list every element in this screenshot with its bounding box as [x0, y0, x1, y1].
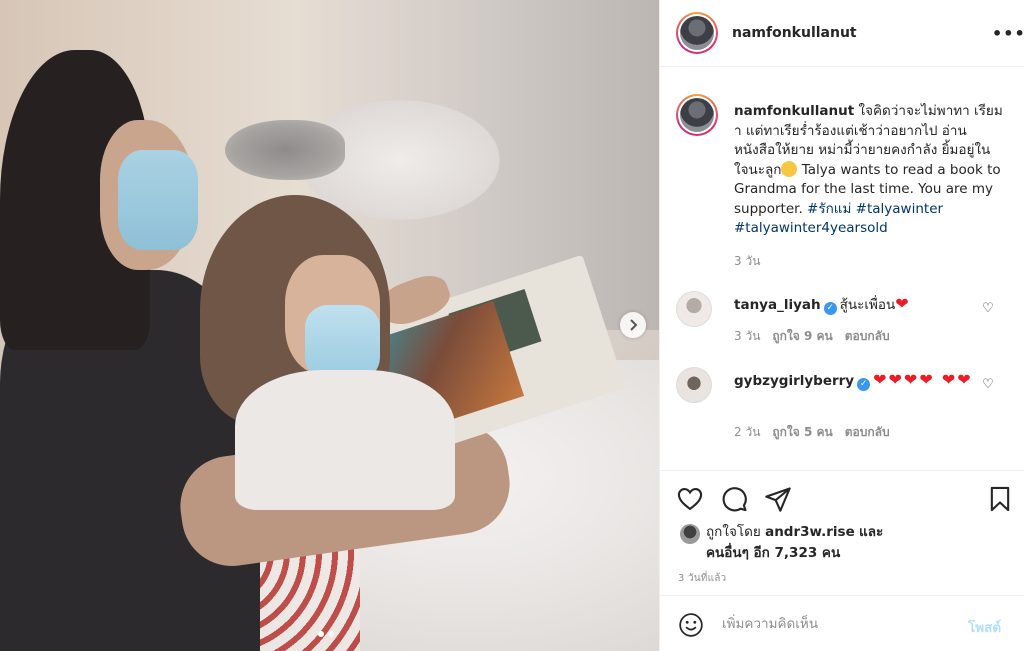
- likes-and: และ: [859, 524, 884, 540]
- caption-avatar[interactable]: [676, 94, 718, 136]
- likes-text: ถูกใจโดย andr3w.rise และ คนอื่นๆ อีก 7,3…: [706, 522, 883, 564]
- carousel-next-button[interactable]: [620, 312, 646, 338]
- carousel-dot-active: [318, 631, 324, 637]
- comments-section[interactable]: namfonkullanut ใจคิดว่าจะไม่พาทา เรียมา …: [660, 68, 1024, 466]
- photo-child-mask: [305, 305, 380, 380]
- photo-patient: [225, 120, 345, 180]
- caption-text: namfonkullanut ใจคิดว่าจะไม่พาทา เรียมา …: [734, 102, 1004, 239]
- bookmark-icon[interactable]: [986, 485, 1014, 513]
- caption-username[interactable]: namfonkullanut: [734, 103, 854, 119]
- comment-meta: 2 วัน ถูกใจ 5 คน ตอบกลับ: [734, 423, 890, 442]
- liker-avatar[interactable]: [680, 524, 700, 544]
- caption-timestamp: 3 วัน: [734, 254, 761, 268]
- chevron-right-icon: [630, 319, 638, 331]
- comment-icon[interactable]: [720, 485, 748, 513]
- likes-prefix: ถูกใจโดย: [706, 524, 761, 540]
- author-username[interactable]: namfonkullanut: [732, 25, 857, 41]
- comment-text: tanya_liyah ✓ สู้นะเพื่อน❤: [734, 293, 982, 316]
- verified-badge-icon: ✓: [823, 302, 837, 315]
- like-comment-heart-icon[interactable]: ♡: [980, 301, 996, 317]
- likes-others-count[interactable]: คนอื่นๆ อีก 7,323 คน: [706, 545, 840, 561]
- post-timestamp[interactable]: 3 วันที่แล้ว: [678, 571, 726, 586]
- comment-like-count[interactable]: ถูกใจ 9 คน: [772, 327, 832, 346]
- commenter-username[interactable]: tanya_liyah: [734, 297, 821, 313]
- add-comment-bar: โพสต์: [660, 595, 1024, 651]
- heart-emoji: ❤❤❤❤ ❤❤: [873, 370, 973, 389]
- hashtag-link[interactable]: #รักแม่: [807, 201, 851, 217]
- carousel-dot: [328, 631, 334, 637]
- hashtag-link[interactable]: #talyawinter: [856, 201, 943, 217]
- hashtag-link[interactable]: #talyawinter4yearsold: [734, 220, 888, 236]
- comment-timestamp: 3 วัน: [734, 329, 761, 343]
- heart-emoji: ❤: [895, 294, 911, 313]
- post-comment-button[interactable]: โพสต์: [968, 616, 1001, 638]
- photo-child-shirt: [235, 370, 455, 510]
- smile-emoji-icon: [781, 160, 798, 177]
- comment-body: สู้นะเพื่อน: [839, 297, 896, 313]
- post-header: namfonkullanut •••: [660, 0, 1024, 67]
- like-comment-heart-icon[interactable]: ♡: [980, 377, 996, 393]
- reply-button[interactable]: ตอบกลับ: [845, 423, 890, 442]
- comment-timestamp: 2 วัน: [734, 425, 761, 439]
- author-avatar[interactable]: [676, 12, 718, 54]
- commenter-avatar[interactable]: [676, 291, 712, 327]
- comment-like-count[interactable]: ถูกใจ 5 คน: [772, 423, 832, 442]
- likes-summary: ถูกใจโดย andr3w.rise และ คนอื่นๆ อีก 7,3…: [680, 522, 883, 564]
- liker-username[interactable]: andr3w.rise: [765, 524, 855, 540]
- emoji-icon[interactable]: [678, 612, 704, 638]
- comment-text: gybzygirlyberry ✓ ❤❤❤❤ ❤❤: [734, 369, 982, 392]
- carousel-indicator: [318, 631, 334, 637]
- post-actions: ถูกใจโดย andr3w.rise และ คนอื่นๆ อีก 7,3…: [660, 470, 1024, 595]
- comment-meta: 3 วัน ถูกใจ 9 คน ตอบกลับ: [734, 327, 890, 346]
- heart-icon[interactable]: [676, 485, 704, 513]
- photo-mother-mask: [118, 150, 198, 250]
- more-horizontal-icon[interactable]: •••: [992, 24, 1024, 43]
- comment-input[interactable]: [722, 610, 962, 638]
- commenter-avatar[interactable]: [676, 367, 712, 403]
- post-photo[interactable]: [0, 0, 659, 651]
- commenter-username[interactable]: gybzygirlyberry: [734, 373, 854, 389]
- share-icon[interactable]: [764, 485, 792, 513]
- verified-badge-icon: ✓: [857, 378, 871, 391]
- post-side-panel: namfonkullanut ••• namfonkullanut ใจคิดว…: [659, 0, 1024, 651]
- reply-button[interactable]: ตอบกลับ: [845, 327, 890, 346]
